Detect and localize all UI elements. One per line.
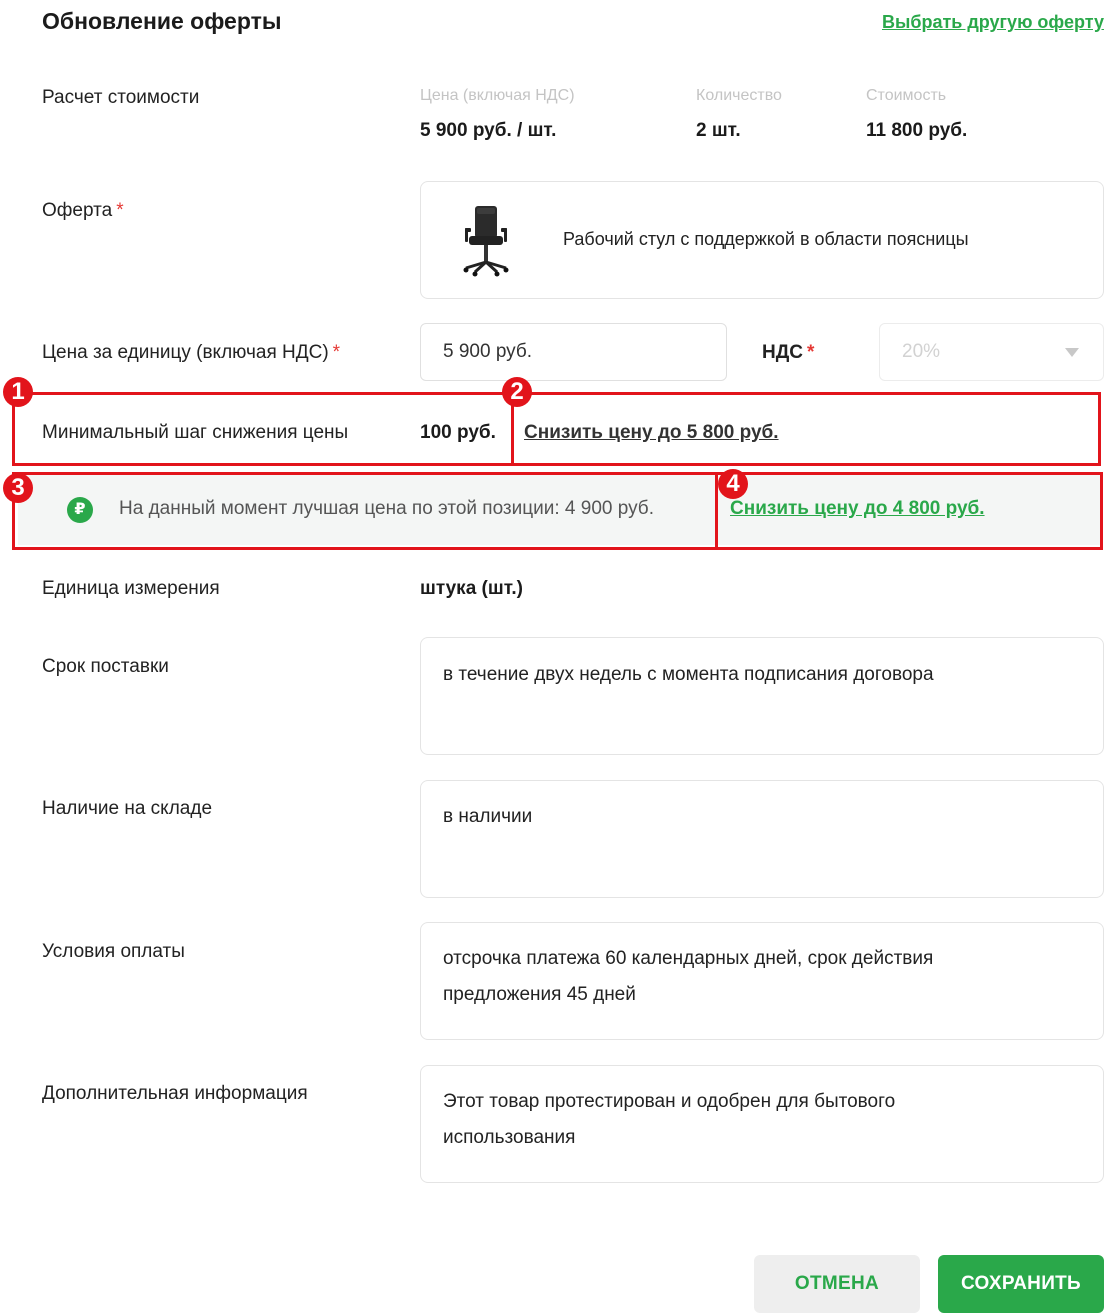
delivery-value: в течение двух недель с момента подписан… (443, 664, 934, 685)
offer-card[interactable]: Рабочий стул с поддержкой в области пояс… (420, 181, 1104, 299)
required-mark: * (116, 200, 124, 221)
choose-other-offer-link[interactable]: Выбрать другую оферту (882, 12, 1104, 33)
payment-value-line2: предложения 45 дней (443, 984, 636, 1005)
stock-label: Наличие на складе (42, 798, 213, 819)
vat-select[interactable]: 20% (879, 323, 1104, 381)
annotation-badge-2: 2 (502, 377, 532, 407)
office-chair-icon (463, 206, 509, 277)
chevron-down-icon (1065, 348, 1079, 357)
annotation-badge-3: 3 (3, 473, 33, 503)
calc-price-value: 5 900 руб. / шт. (420, 120, 557, 141)
stock-textarea[interactable]: в наличии (420, 780, 1104, 898)
stock-value: в наличии (443, 806, 533, 827)
offer-product-name: Рабочий стул с поддержкой в области пояс… (563, 229, 969, 249)
annotation-badge-4: 4 (718, 469, 748, 499)
calc-qty-header: Количество (696, 87, 782, 104)
delivery-textarea[interactable]: в течение двух недель с момента подписан… (420, 637, 1104, 755)
additional-label: Дополнительная информация (42, 1083, 308, 1104)
unit-price-label: Цена за единицу (включая НДС) * (42, 342, 340, 364)
payment-label: Условия оплаты (42, 941, 185, 962)
calc-price-header: Цена (включая НДС) (420, 87, 575, 104)
unit-price-label-text: Цена за единицу (включая НДС) (42, 342, 329, 363)
delivery-label: Срок поставки (42, 656, 169, 677)
annotation-box-2 (511, 392, 1101, 466)
page-title: Обновление оферты (42, 8, 282, 34)
vat-select-value: 20% (902, 341, 941, 362)
annotation-box-1 (12, 392, 514, 466)
additional-value-line1: Этот товар протестирован и одобрен для б… (443, 1091, 896, 1112)
annotation-badge-1: 1 (3, 377, 33, 407)
annotation-box-4 (715, 472, 1103, 550)
save-button[interactable]: СОХРАНИТЬ (938, 1255, 1104, 1313)
unit-price-input[interactable]: 5 900 руб. (420, 323, 727, 381)
calc-label: Расчет стоимости (42, 87, 200, 108)
unit-label: Единица измерения (42, 578, 220, 599)
required-mark: * (332, 342, 341, 363)
offer-label: Оферта * (42, 200, 124, 222)
required-mark: * (806, 342, 815, 363)
vat-label-text: НДС (762, 342, 803, 363)
calc-total-value: 11 800 руб. (866, 120, 968, 141)
payment-value-line1: отсрочка платежа 60 календарных дней, ср… (443, 948, 934, 969)
unit-value: штука (шт.) (420, 578, 523, 599)
additional-textarea[interactable]: Этот товар протестирован и одобрен для б… (420, 1065, 1104, 1183)
offer-label-text: Оферта (42, 200, 113, 221)
payment-textarea[interactable]: отсрочка платежа 60 календарных дней, ср… (420, 922, 1104, 1040)
calc-qty-value: 2 шт. (696, 120, 741, 141)
calc-total-header: Стоимость (866, 87, 947, 104)
additional-value-line2: использования (443, 1127, 576, 1148)
vat-label: НДС * (762, 342, 814, 364)
cancel-button[interactable]: ОТМЕНА (754, 1255, 920, 1313)
annotation-box-3 (12, 472, 718, 550)
